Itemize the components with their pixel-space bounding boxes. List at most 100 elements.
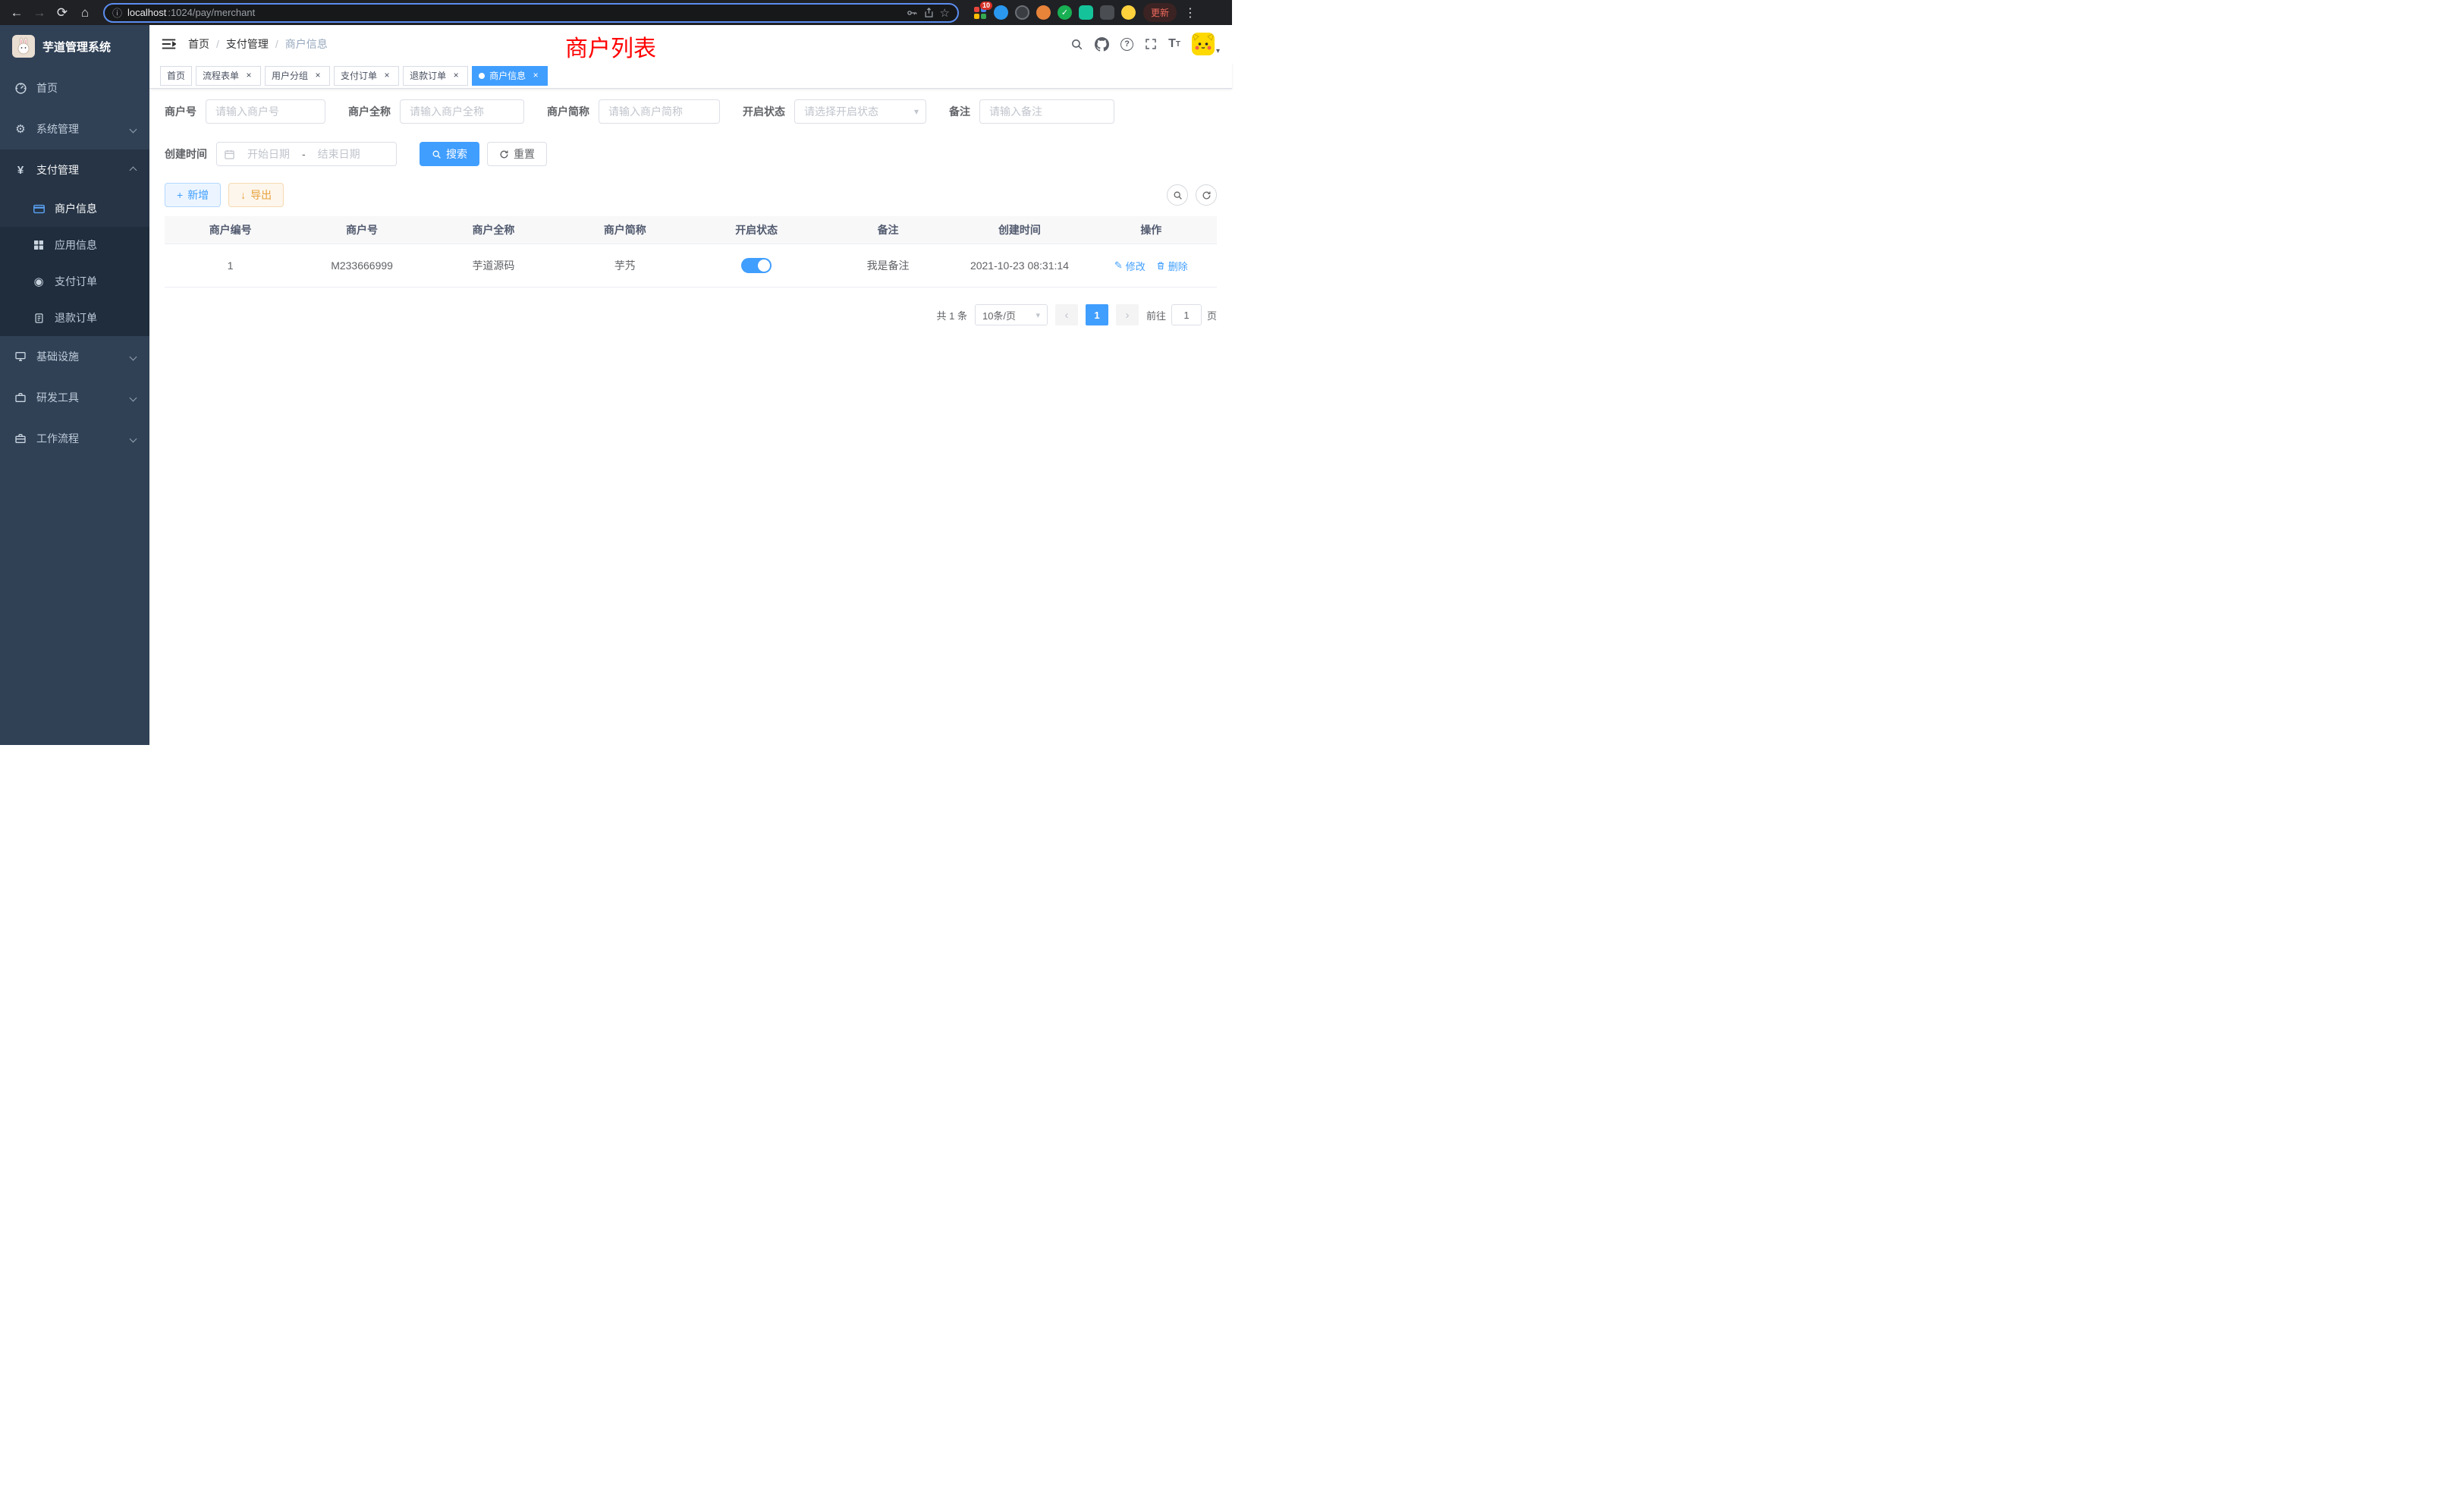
status-toggle[interactable] [741, 258, 772, 273]
extension-avatar-icon[interactable] [1036, 5, 1051, 20]
chevron-down-icon [130, 435, 137, 442]
end-date-input[interactable] [310, 148, 368, 160]
navbar: 首页 / 支付管理 / 商户信息 商户列表 ? TT [149, 25, 1232, 63]
annotation-merchant-list: 商户列表 [565, 30, 656, 63]
edit-link[interactable]: ✎ 修改 [1114, 259, 1146, 273]
search-button[interactable]: 搜索 [420, 142, 479, 166]
delete-link[interactable]: 删除 [1156, 259, 1188, 273]
url-path: :1024/pay/merchant [168, 7, 255, 18]
sidebar-item-app-info[interactable]: 应用信息 [0, 227, 149, 263]
cell-merchant-no: M233666999 [296, 244, 427, 287]
browser-back-button[interactable]: ← [6, 2, 27, 24]
merchant-no-input[interactable] [206, 99, 325, 124]
close-tab-icon[interactable]: × [244, 71, 254, 81]
refresh-table-button[interactable] [1196, 184, 1217, 206]
next-page-button[interactable]: › [1116, 304, 1139, 325]
close-tab-icon[interactable]: × [313, 71, 323, 81]
breadcrumb-home[interactable]: 首页 [188, 36, 209, 52]
merchant-table: 商户编号 商户号 商户全称 商户简称 开启状态 备注 创建时间 操作 1 M23… [165, 216, 1217, 288]
site-info-icon[interactable]: ⓘ [112, 5, 122, 20]
browser-reload-button[interactable]: ⟳ [52, 2, 73, 24]
breadcrumb: 首页 / 支付管理 / 商户信息 [188, 36, 328, 52]
sidebar-item-devtools[interactable]: 研发工具 [0, 377, 149, 418]
add-button[interactable]: + 新增 [165, 183, 221, 207]
share-icon[interactable] [923, 7, 935, 18]
column-header: 商户简称 [559, 216, 690, 244]
sidebar-item-infra[interactable]: 基础设施 [0, 336, 149, 377]
status-select[interactable] [794, 99, 926, 124]
app-title: 芋道管理系统 [42, 39, 111, 55]
tab-label: 支付订单 [341, 69, 377, 82]
password-key-icon[interactable] [906, 7, 918, 19]
extension-check-icon[interactable]: ✓ [1058, 5, 1072, 20]
full-name-input[interactable] [400, 99, 524, 124]
help-icon[interactable]: ? [1120, 38, 1133, 51]
browser-toolbar: ← → ⟳ ⌂ ⓘ localhost :1024/pay/merchant ☆… [0, 0, 1232, 25]
url-bar[interactable]: ⓘ localhost :1024/pay/merchant ☆ [103, 3, 959, 23]
tab-pay-order[interactable]: 支付订单 × [334, 66, 399, 86]
sidebar-item-payment[interactable]: ¥ 支付管理 [0, 149, 149, 190]
pagination-total: 共 1 条 [937, 308, 967, 322]
sidebar-item-refund-order[interactable]: 退款订单 [0, 300, 149, 336]
trash-icon [1156, 261, 1165, 270]
reset-button[interactable]: 重置 [487, 142, 547, 166]
extension-green-square-icon[interactable] [1079, 5, 1093, 20]
caret-down-icon: ▾ [1036, 310, 1040, 320]
sidebar-item-system[interactable]: ⚙ 系统管理 [0, 108, 149, 149]
browser-home-button[interactable]: ⌂ [74, 2, 96, 24]
sidebar-item-label: 退款订单 [55, 310, 97, 325]
field-full-name: 商户全称 [348, 99, 524, 124]
extension-puzzle-icon[interactable] [1100, 5, 1114, 20]
close-tab-icon[interactable]: × [530, 71, 541, 81]
tab-user-group[interactable]: 用户分组 × [265, 66, 330, 86]
tab-process-form[interactable]: 流程表单 × [196, 66, 261, 86]
fullscreen-icon[interactable] [1145, 38, 1157, 50]
sidebar-item-home[interactable]: 首页 [0, 68, 149, 108]
short-name-input[interactable] [599, 99, 720, 124]
column-header: 商户全称 [428, 216, 559, 244]
toggle-search-button[interactable] [1167, 184, 1188, 206]
extension-yellow-face-icon[interactable] [1121, 5, 1136, 20]
app-logo[interactable]: 芋道管理系统 [0, 25, 149, 68]
breadcrumb-payment[interactable]: 支付管理 [226, 36, 269, 52]
font-size-icon[interactable]: TT [1168, 37, 1180, 51]
tab-refund-order[interactable]: 退款订单 × [403, 66, 468, 86]
extension-colordots-icon[interactable]: 10 [973, 5, 987, 20]
prev-page-button[interactable]: ‹ [1055, 304, 1078, 325]
current-page-button[interactable]: 1 [1086, 304, 1108, 325]
sidebar-item-workflow[interactable]: 工作流程 [0, 418, 149, 459]
browser-update-button[interactable]: 更新 [1143, 3, 1177, 22]
close-tab-icon[interactable]: × [451, 71, 461, 81]
field-label: 开启状态 [743, 104, 785, 119]
breadcrumb-separator: / [216, 38, 219, 50]
breadcrumb-separator: / [275, 38, 278, 50]
caret-down-icon: ▾ [1216, 47, 1220, 55]
column-header: 创建时间 [954, 216, 1085, 244]
field-label: 商户全称 [348, 104, 391, 119]
extension-dark-circle-icon[interactable] [1015, 5, 1029, 20]
remark-input[interactable] [979, 99, 1114, 124]
close-tab-icon[interactable]: × [382, 71, 392, 81]
table-header-row: 商户编号 商户号 商户全称 商户简称 开启状态 备注 创建时间 操作 [165, 216, 1217, 244]
user-menu[interactable]: ▾ [1192, 33, 1220, 55]
search-icon[interactable] [1070, 38, 1083, 51]
sidebar-toggle-icon[interactable] [162, 38, 176, 50]
sidebar-item-pay-order[interactable]: ◉ 支付订单 [0, 263, 149, 300]
extension-drop-icon[interactable] [994, 5, 1008, 20]
bookmark-star-icon[interactable]: ☆ [940, 6, 950, 20]
page-size-select[interactable]: 10条/页 ▾ [975, 304, 1048, 325]
field-short-name: 商户简称 [547, 99, 720, 124]
browser-forward-button[interactable]: → [29, 2, 50, 24]
github-icon[interactable] [1095, 37, 1109, 52]
sidebar-item-label: 基础设施 [36, 349, 79, 364]
export-button[interactable]: ↓ 导出 [228, 183, 284, 207]
edit-label: 修改 [1126, 259, 1146, 273]
tab-home[interactable]: 首页 [160, 66, 192, 86]
goto-page-input[interactable] [1171, 304, 1202, 325]
page-content: 商户号 商户全称 商户简称 开启状态 ▾ [149, 89, 1232, 745]
tab-merchant-info[interactable]: 商户信息 × [472, 66, 548, 86]
sidebar-item-merchant-info[interactable]: 商户信息 [0, 190, 149, 227]
date-range-picker[interactable]: - [216, 142, 397, 166]
browser-menu-icon[interactable]: ⋮ [1178, 5, 1202, 20]
start-date-input[interactable] [240, 148, 297, 160]
